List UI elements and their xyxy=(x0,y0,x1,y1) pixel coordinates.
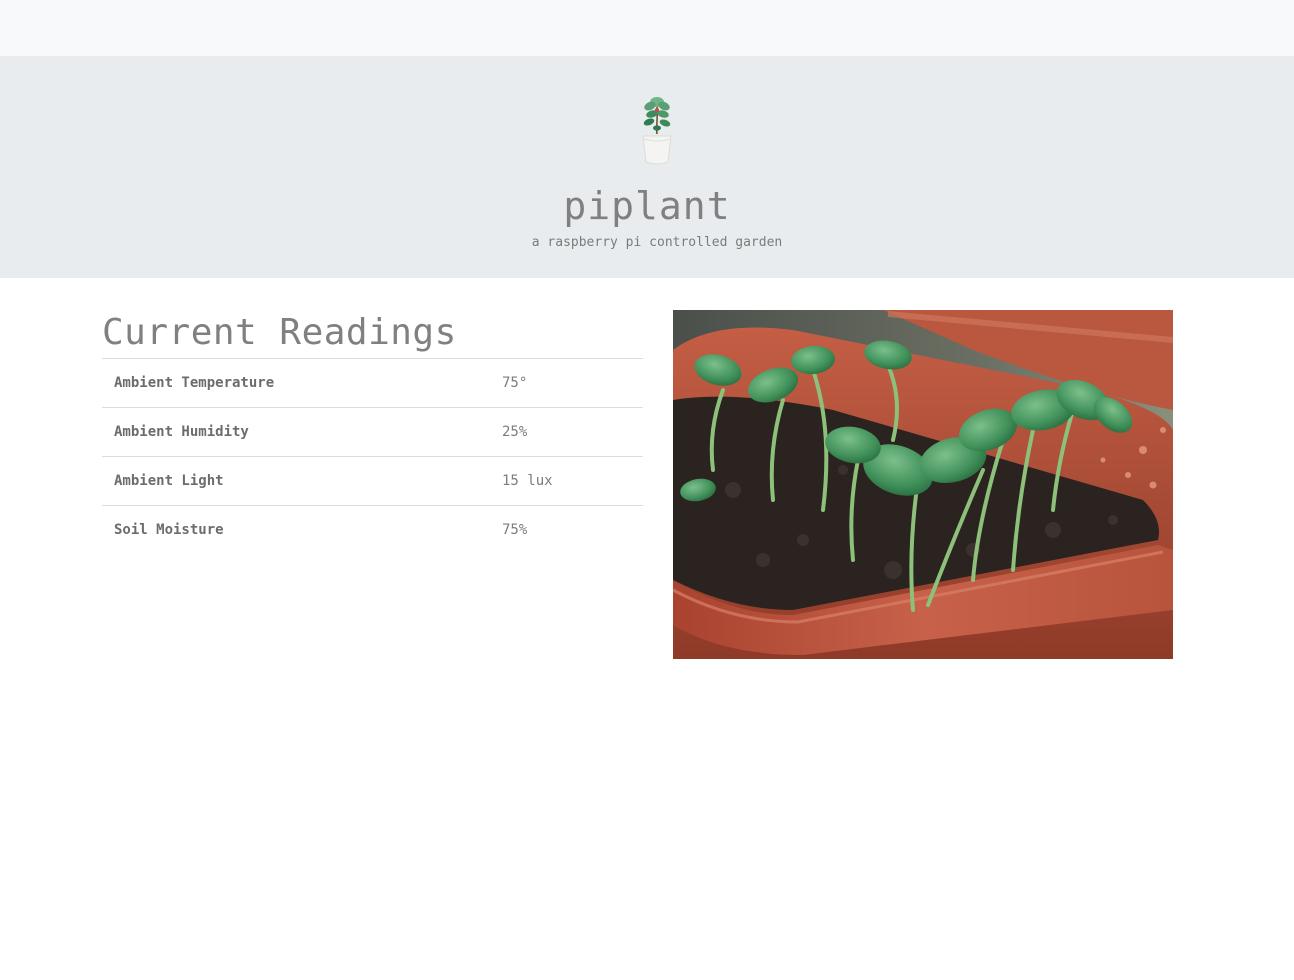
app-subtitle: a raspberry pi controlled garden xyxy=(531,235,783,250)
potted-plant-icon xyxy=(642,97,672,165)
current-readings-panel: Current Readings Ambient Temperature 75°… xyxy=(102,310,643,554)
table-row: Ambient Light 15 lux xyxy=(102,457,643,506)
readings-heading: Current Readings xyxy=(102,310,643,359)
top-navbar xyxy=(0,0,1294,56)
hero-banner: piplant a raspberry pi controlled garden xyxy=(0,56,1294,278)
readings-table: Ambient Temperature 75° Ambient Humidity… xyxy=(102,359,643,554)
table-row: Soil Moisture 75% xyxy=(102,506,643,554)
app-title: piplant xyxy=(563,184,731,228)
reading-value: 25% xyxy=(502,424,528,440)
seedlings-photo xyxy=(673,310,1173,659)
reading-label: Ambient Temperature xyxy=(114,375,275,391)
reading-label: Ambient Light xyxy=(114,473,224,489)
seedlings-illustration xyxy=(673,310,1173,659)
reading-value: 75° xyxy=(502,375,528,391)
reading-value: 75% xyxy=(502,522,528,538)
reading-label: Soil Moisture xyxy=(114,522,224,538)
table-row: Ambient Temperature 75° xyxy=(102,359,643,408)
table-row: Ambient Humidity 25% xyxy=(102,408,643,457)
reading-value: 15 lux xyxy=(502,473,553,489)
reading-label: Ambient Humidity xyxy=(114,424,249,440)
